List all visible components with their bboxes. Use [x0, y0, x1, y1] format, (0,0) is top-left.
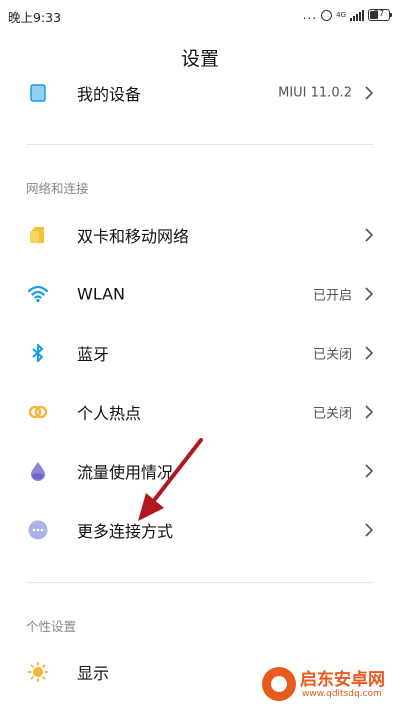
section-network-label: 网络和连接 — [26, 181, 89, 196]
bluetooth-row[interactable]: 蓝牙 已关闭 — [0, 324, 400, 382]
more-connections-row[interactable]: 更多连接方式 — [0, 501, 400, 559]
bluetooth-label: 蓝牙 — [77, 345, 110, 364]
signal-icon — [350, 9, 364, 21]
data-usage-label: 流量使用情况 — [77, 463, 174, 482]
bluetooth-status: 已关闭 — [312, 347, 352, 363]
my-device-row[interactable]: 我的设备 MIUI 11.0.2 — [0, 64, 400, 122]
device-icon — [30, 84, 46, 102]
bluetooth-icon — [32, 344, 43, 362]
divider — [26, 582, 374, 583]
chevron-right-icon — [365, 228, 374, 242]
chevron-right-icon — [365, 523, 374, 537]
wlan-status: 已开启 — [312, 288, 352, 304]
more-dots-icon — [28, 520, 48, 540]
hotspot-row[interactable]: 个人热点 已关闭 — [0, 383, 400, 441]
alarm-icon — [321, 9, 333, 21]
hotspot-status: 已关闭 — [312, 406, 352, 422]
battery-icon: 27 — [368, 9, 392, 21]
chevron-right-icon — [365, 405, 374, 419]
watermark-url: www.qdltsdq.com — [302, 689, 382, 699]
divider — [26, 144, 374, 145]
dual-sim-row[interactable]: 双卡和移动网络 — [0, 206, 400, 264]
chevron-right-icon — [365, 86, 374, 100]
status-time: 晚上9:33 — [8, 10, 62, 25]
watermark-logo-icon — [262, 667, 296, 701]
section-personal-label: 个性设置 — [26, 619, 77, 634]
chevron-right-icon — [365, 464, 374, 478]
chevron-right-icon — [365, 346, 374, 360]
data-usage-row[interactable]: 流量使用情况 — [0, 442, 400, 500]
wlan-row[interactable]: WLAN 已开启 — [0, 265, 400, 323]
chevron-right-icon — [365, 287, 374, 301]
my-device-label: 我的设备 — [77, 85, 142, 104]
status-bar: 晚上9:33 ... 4G 27 — [0, 0, 400, 30]
hotspot-icon — [28, 405, 48, 419]
notification-dots-icon: ... — [302, 8, 318, 22]
status-icons: ... 4G 27 — [302, 6, 392, 24]
wifi-icon — [28, 285, 48, 303]
sun-icon — [28, 662, 48, 682]
miui-version: MIUI 11.0.2 — [278, 85, 352, 101]
dual-sim-label: 双卡和移动网络 — [77, 227, 190, 246]
display-label: 显示 — [77, 664, 110, 683]
watermark: 启东安卓网 www.qdltsdq.com — [262, 663, 392, 707]
watermark-text: 启东安卓网 — [300, 670, 385, 690]
network-type-label: 4G — [336, 10, 346, 19]
water-drop-icon — [31, 462, 45, 481]
battery-level: 27 — [373, 9, 385, 18]
wlan-label: WLAN — [77, 284, 126, 304]
sim-card-icon — [30, 227, 44, 243]
hotspot-label: 个人热点 — [77, 404, 142, 423]
more-connections-label: 更多连接方式 — [77, 522, 174, 541]
